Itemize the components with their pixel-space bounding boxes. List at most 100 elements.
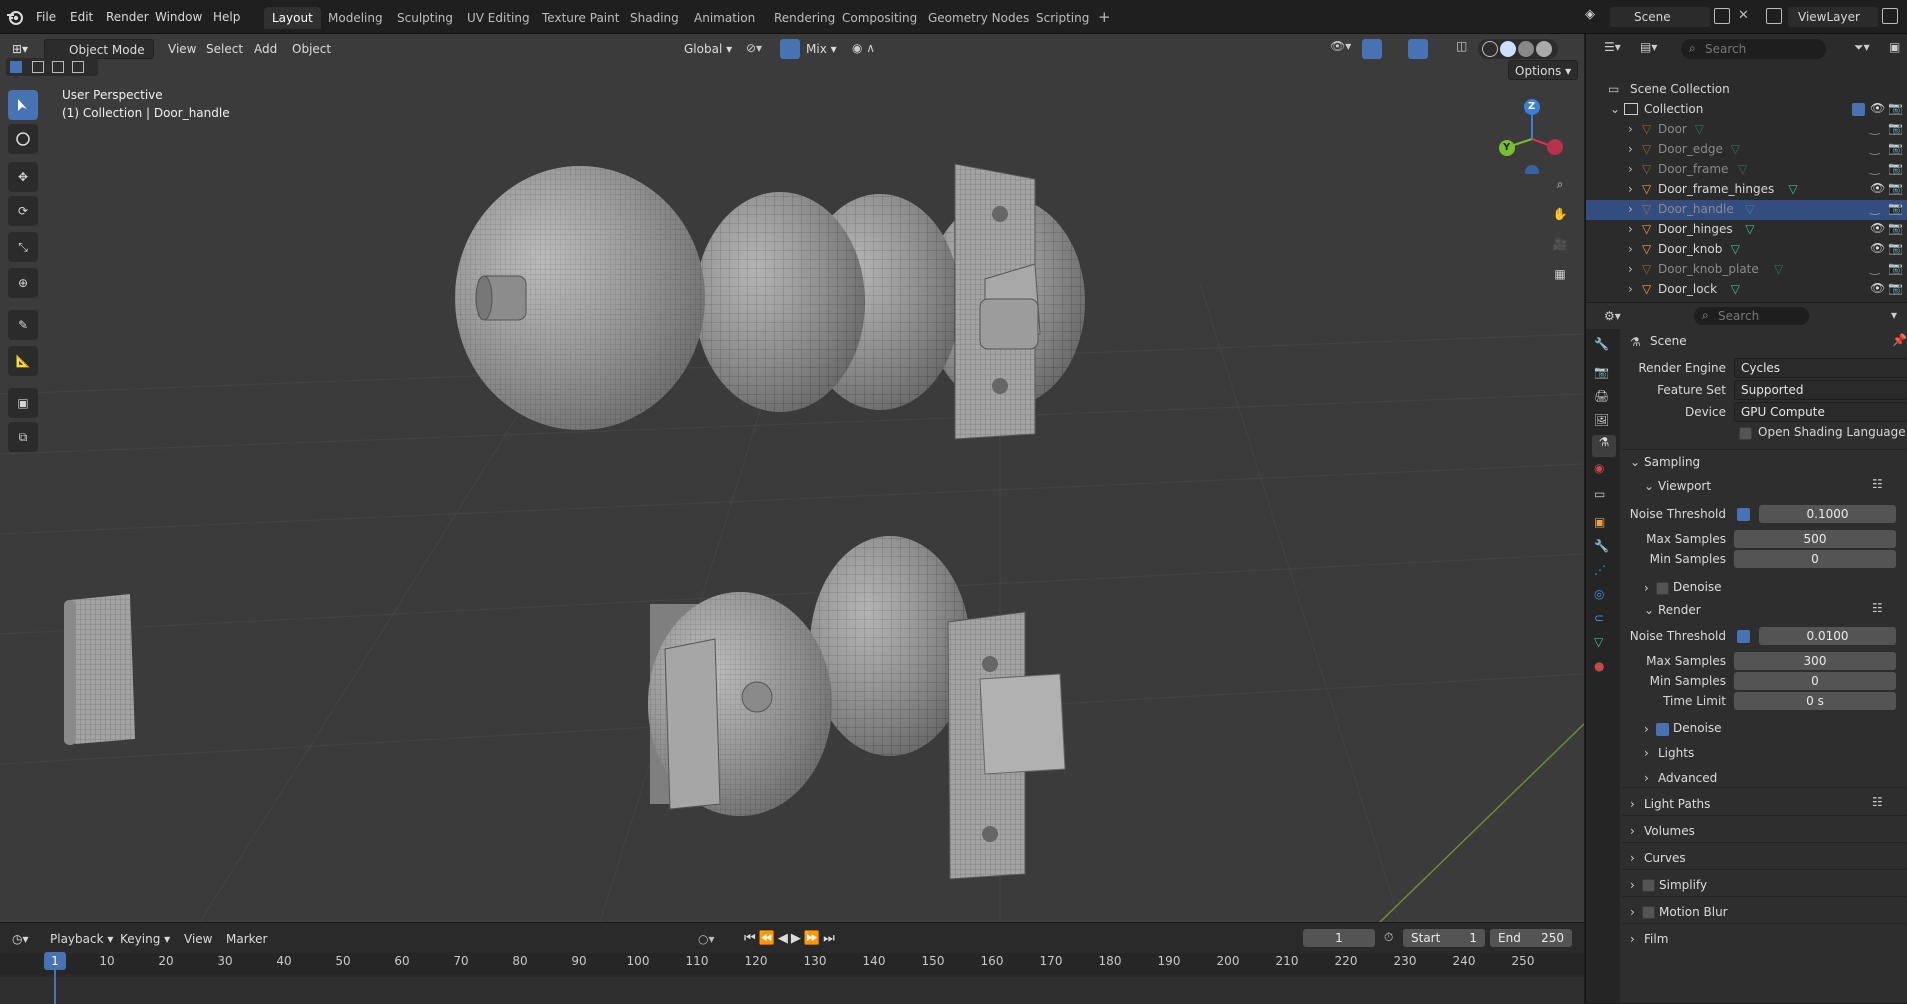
expand-chevron-icon[interactable]: › bbox=[1628, 242, 1633, 256]
tab-texture-paint[interactable]: Texture Paint bbox=[534, 7, 627, 29]
curves-panel-title[interactable]: Curves bbox=[1644, 851, 1686, 865]
prev-keyframe-icon[interactable]: ⏪ bbox=[759, 931, 778, 946]
film-chevron-icon[interactable]: › bbox=[1630, 932, 1635, 946]
eye-icon[interactable]: 👁 bbox=[1870, 281, 1885, 295]
properties-editor-type-icon[interactable]: ⚙▾ bbox=[1604, 309, 1621, 323]
select-mode-buttons[interactable] bbox=[6, 58, 98, 76]
ortho-grid-icon[interactable]: ▦ bbox=[1546, 260, 1574, 288]
rotate-tool-icon[interactable]: ⟳ bbox=[8, 196, 38, 226]
output-tab-icon[interactable]: 🖨 bbox=[1594, 389, 1609, 403]
eye-icon[interactable]: 👁 bbox=[1870, 101, 1885, 115]
xray-icon[interactable]: ◫ bbox=[1456, 39, 1467, 53]
render-subpanel-title[interactable]: Render bbox=[1658, 603, 1701, 617]
collection-exclude-checkbox[interactable] bbox=[1852, 103, 1865, 116]
measure-tool-icon[interactable]: 📐 bbox=[8, 346, 38, 376]
delete-scene-icon[interactable]: ✕ bbox=[1738, 8, 1749, 23]
feature-set-dropdown[interactable]: Supported bbox=[1734, 380, 1907, 400]
render-engine-dropdown[interactable]: Cycles bbox=[1734, 358, 1907, 378]
eye-closed-icon[interactable]: ‿ bbox=[1870, 161, 1880, 175]
vp-denoise-label[interactable]: Denoise bbox=[1673, 580, 1722, 594]
material-shading-icon[interactable] bbox=[1518, 41, 1534, 57]
auto-key-icon[interactable]: ○▾ bbox=[698, 932, 715, 946]
snap-target-dropdown[interactable]: Mix ▾ bbox=[800, 39, 843, 59]
particles-tab-icon[interactable]: ⋰ bbox=[1594, 563, 1606, 577]
timeline-editor-type-icon[interactable]: ◷▾ bbox=[6, 929, 35, 949]
expand-chevron-icon[interactable]: › bbox=[1628, 182, 1633, 196]
tab-scripting[interactable]: Scripting bbox=[1028, 7, 1097, 29]
outliner-object-row[interactable]: › ▽ Door_knob_plate ▽ ‿ 📷 bbox=[1586, 260, 1907, 280]
curves-chevron-icon[interactable]: › bbox=[1630, 851, 1635, 865]
modifier-tab-icon[interactable]: 🔧 bbox=[1594, 539, 1609, 553]
solid-shading-icon[interactable] bbox=[1500, 41, 1516, 57]
menu-window[interactable]: Window bbox=[149, 7, 208, 27]
pan-hand-icon[interactable]: ✋ bbox=[1546, 200, 1574, 228]
r-noise-threshold-field[interactable]: 0.0100 bbox=[1759, 627, 1896, 645]
pivot-icon[interactable]: ⊘▾ bbox=[746, 41, 762, 55]
camera-icon[interactable]: 📷 bbox=[1888, 141, 1903, 155]
device-dropdown[interactable]: GPU Compute bbox=[1734, 402, 1907, 422]
world-tab-icon[interactable]: ◉ bbox=[1594, 461, 1604, 475]
camera-view-icon[interactable]: 🎥 bbox=[1546, 230, 1574, 258]
editor-type-icon[interactable]: ⊞▾ bbox=[6, 39, 34, 59]
playback-controls[interactable]: ⏮⏪◀▶⏩⏭ bbox=[744, 931, 838, 946]
start-frame-field[interactable]: Start 1 bbox=[1403, 929, 1485, 947]
outliner-object-row[interactable]: › ▽ Door_frame ▽ ‿ 📷 bbox=[1586, 160, 1907, 180]
expand-chevron-icon[interactable]: › bbox=[1628, 142, 1633, 156]
3d-viewport[interactable]: User Perspective (1) Collection | Door_h… bbox=[0, 34, 1584, 922]
zoom-icon[interactable]: ⌕ bbox=[1546, 170, 1574, 198]
lights-subpanel-title[interactable]: Lights bbox=[1658, 746, 1694, 760]
scene-collection-row[interactable]: ▭ Scene Collection bbox=[1586, 80, 1907, 100]
tab-compositing[interactable]: Compositing bbox=[834, 7, 925, 29]
expand-chevron-icon[interactable]: › bbox=[1628, 162, 1633, 176]
light-paths-panel-title[interactable]: Light Paths bbox=[1644, 797, 1710, 811]
vp-max-samples-field[interactable]: 500 bbox=[1734, 530, 1896, 548]
time-limit-field[interactable]: 0 s bbox=[1734, 692, 1896, 710]
expand-chevron-icon[interactable]: ⌄ bbox=[1610, 102, 1620, 116]
constraints-tab-icon[interactable]: ⊂ bbox=[1594, 611, 1604, 625]
expand-chevron-icon[interactable]: › bbox=[1628, 122, 1633, 136]
lights-chevron-icon[interactable]: › bbox=[1644, 746, 1649, 760]
add-workspace-icon[interactable]: + bbox=[1098, 8, 1111, 26]
material-tab-icon[interactable]: ● bbox=[1594, 659, 1604, 673]
expand-chevron-icon[interactable]: › bbox=[1628, 202, 1633, 216]
tab-modeling[interactable]: Modeling bbox=[320, 7, 391, 29]
film-panel-title[interactable]: Film bbox=[1644, 932, 1668, 946]
volumes-chevron-icon[interactable]: › bbox=[1630, 824, 1635, 838]
new-collection-icon[interactable]: ▣ bbox=[1889, 40, 1900, 54]
camera-icon[interactable]: 📷 bbox=[1888, 261, 1903, 275]
eye-closed-icon[interactable]: ‿ bbox=[1870, 141, 1880, 155]
eye-icon[interactable]: 👁 bbox=[1870, 181, 1885, 195]
tab-rendering[interactable]: Rendering bbox=[766, 7, 843, 29]
outliner-object-row[interactable]: › ▽ Door_knob ▽ 👁 📷 bbox=[1586, 240, 1907, 260]
camera-icon[interactable]: 📷 bbox=[1888, 121, 1903, 135]
visibility-icon[interactable]: 👁▾ bbox=[1330, 39, 1351, 53]
outliner-object-row[interactable]: › ▽ Door_edge ▽ ‿ 📷 bbox=[1586, 140, 1907, 160]
jump-end-icon[interactable]: ⏭ bbox=[823, 931, 838, 946]
options-dropdown[interactable]: Options ▾ bbox=[1508, 60, 1579, 80]
outliner-object-row[interactable]: › ▽ Door_handle ▽ ‿ 📷 bbox=[1586, 200, 1907, 220]
annotate-tool-icon[interactable]: ✎ bbox=[8, 310, 38, 340]
view-menu[interactable]: View bbox=[162, 39, 202, 59]
expand-chevron-icon[interactable]: › bbox=[1628, 262, 1633, 276]
proportional-edit-icon[interactable]: ◉ ∧ bbox=[852, 41, 875, 55]
next-keyframe-icon[interactable]: ⏩ bbox=[804, 931, 823, 946]
advanced-chevron-icon[interactable]: › bbox=[1644, 771, 1649, 785]
view-layer-icon[interactable] bbox=[1766, 8, 1782, 24]
camera-icon[interactable]: 📷 bbox=[1888, 281, 1903, 295]
select-subtract-icon[interactable] bbox=[52, 61, 64, 73]
physics-tab-icon[interactable]: ◎ bbox=[1594, 587, 1604, 601]
simplify-panel-title[interactable]: Simplify bbox=[1659, 878, 1707, 892]
playhead-frame[interactable]: 1 bbox=[44, 952, 66, 970]
eye-icon[interactable]: 👁 bbox=[1870, 221, 1885, 235]
add-cube-tool-icon[interactable]: ▣ bbox=[8, 388, 38, 418]
overlay-toggle-icon[interactable] bbox=[1408, 39, 1428, 59]
vp-noise-threshold-field[interactable]: 0.1000 bbox=[1759, 505, 1896, 523]
osl-checkbox[interactable] bbox=[1739, 427, 1752, 440]
shading-mode-switch[interactable] bbox=[1478, 39, 1558, 59]
add-menu[interactable]: Add bbox=[248, 39, 283, 59]
timeline-view-menu[interactable]: View bbox=[178, 929, 218, 949]
vp-denoise-checkbox[interactable] bbox=[1656, 582, 1669, 595]
eye-closed-icon[interactable]: ‿ bbox=[1870, 261, 1880, 275]
scene-selector[interactable]: Scene bbox=[1610, 7, 1710, 27]
display-mode-icon[interactable]: ▤▾ bbox=[1640, 40, 1657, 54]
